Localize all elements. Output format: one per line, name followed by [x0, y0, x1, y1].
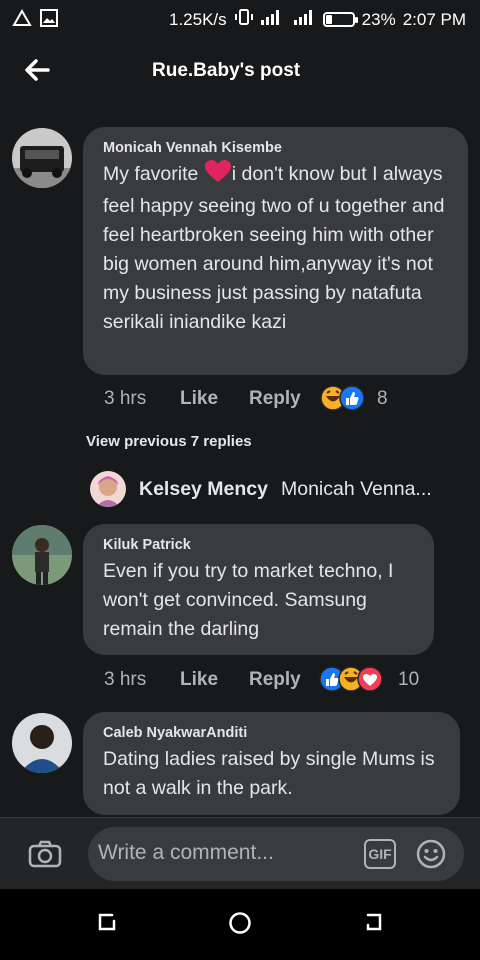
reply-snippet: Monicah Venna...: [281, 477, 432, 500]
comment-input-placeholder: Write a comment...: [98, 841, 274, 864]
post-header: Rue.Baby's post: [0, 36, 480, 108]
reaction-icons[interactable]: [319, 666, 389, 692]
comment-actions: 3 hrs Like Reply 8: [104, 383, 404, 413]
like-button[interactable]: Like: [180, 669, 218, 691]
comment-actions: 3 hrs Like Reply 10: [104, 664, 434, 694]
avatar[interactable]: [12, 128, 72, 188]
back-nav-icon[interactable]: [362, 911, 384, 938]
home-icon[interactable]: [228, 911, 252, 940]
comment-text: Dating ladies raised by single Mums is n…: [103, 748, 435, 799]
comment-text: Even if you try to market techno, I won'…: [103, 560, 394, 640]
system-nav-bar: [0, 889, 480, 960]
image-icon: [40, 9, 58, 32]
reply-button[interactable]: Reply: [249, 388, 301, 410]
comment-input[interactable]: Write a comment... GIF: [88, 827, 464, 881]
battery-icon: [322, 12, 358, 27]
signal-icon-2: [293, 8, 316, 31]
comment-text-part: i don't know but I always feel happy see…: [103, 163, 445, 333]
battery-percent: 23%: [361, 9, 396, 29]
gif-button[interactable]: GIF: [364, 839, 396, 869]
heart-emoji-icon: [204, 160, 231, 192]
comment-author[interactable]: Caleb NyakwarAnditi: [103, 725, 440, 741]
reaction-count[interactable]: 8: [377, 388, 388, 410]
love-reaction-icon: [357, 666, 383, 692]
comment-text-part: My favorite: [103, 163, 204, 185]
comment-composer: Write a comment... GIF: [0, 817, 480, 889]
reply-button[interactable]: Reply: [249, 669, 301, 691]
reaction-count[interactable]: 10: [398, 669, 419, 691]
page-title: Rue.Baby's post: [152, 60, 301, 81]
comment-bubble[interactable]: Caleb NyakwarAnditi Dating ladies raised…: [83, 712, 460, 815]
comment-text: My favorite i don't know but I always fe…: [103, 160, 448, 337]
camera-icon[interactable]: [28, 840, 62, 873]
reply-author[interactable]: Kelsey Mency: [139, 478, 268, 501]
signal-icon: [260, 8, 287, 31]
comment-author[interactable]: Monicah Vennah Kisembe: [103, 140, 448, 156]
view-previous-replies-link[interactable]: View previous 7 replies: [86, 433, 252, 450]
reply-preview[interactable]: Kelsey Mency Monicah Venna...: [90, 470, 432, 508]
comment-time: 3 hrs: [104, 669, 147, 690]
network-speed: 1.25K/s: [169, 9, 227, 29]
avatar[interactable]: [12, 525, 72, 585]
avatar[interactable]: [12, 713, 72, 773]
like-button[interactable]: Like: [180, 388, 218, 410]
comment-author[interactable]: Kiluk Patrick: [103, 537, 414, 553]
comment-time: 3 hrs: [104, 388, 147, 409]
recent-apps-icon[interactable]: [96, 911, 118, 938]
like-reaction-icon: [339, 385, 365, 411]
comment-bubble[interactable]: Monicah Vennah Kisembe My favorite i don…: [83, 127, 468, 375]
emoji-icon[interactable]: [416, 839, 446, 874]
back-arrow-icon[interactable]: [22, 56, 52, 84]
clock: 2:07 PM: [402, 9, 466, 29]
alert-triangle-icon: [12, 8, 32, 32]
avatar[interactable]: [90, 471, 126, 507]
reaction-icons[interactable]: [320, 385, 370, 411]
vibrate-icon: [234, 8, 254, 31]
status-bar: 1.25K/s 23% 2:07 PM: [0, 0, 480, 36]
comment-bubble[interactable]: Kiluk Patrick Even if you try to market …: [83, 524, 434, 655]
